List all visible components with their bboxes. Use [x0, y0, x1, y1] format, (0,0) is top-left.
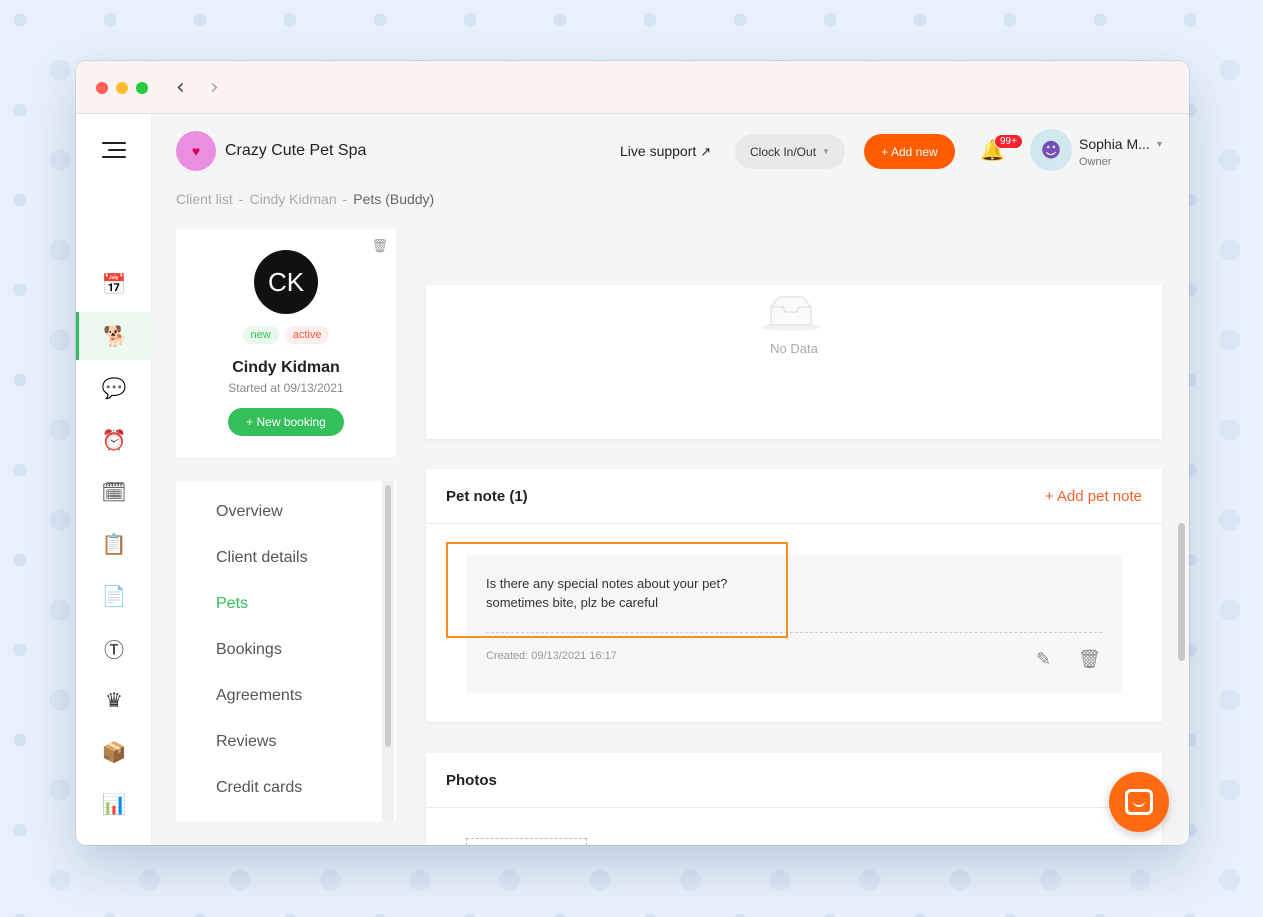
tag-new: new [242, 326, 279, 344]
add-pet-note-button[interactable]: + Add pet note [1045, 488, 1142, 505]
dog-icon[interactable]: 🐕 [76, 312, 152, 360]
breadcrumb-current: Pets (Buddy) [353, 191, 435, 207]
chevron-down-icon: ▼ [822, 147, 830, 156]
menu-item-overview[interactable]: Overview [216, 503, 283, 521]
add-new-button[interactable]: + Add new [864, 134, 955, 169]
tag-active: active [284, 326, 330, 344]
menu-toggle-icon[interactable] [102, 142, 126, 163]
client-tags: new active [176, 326, 396, 344]
delete-note-icon[interactable]: 🗑 [1078, 649, 1101, 670]
external-link-icon: ↗ [700, 144, 712, 159]
menu-item-bookings[interactable]: Bookings [216, 641, 282, 659]
schedule-icon[interactable]: 🗓 [76, 468, 152, 516]
pet-note-panel: Pet note (1) + Add pet note Is there any… [426, 469, 1162, 722]
client-started-date: Started at 09/13/2021 [228, 381, 344, 395]
empty-inbox-icon [761, 296, 821, 331]
minimize-window-button[interactable] [116, 82, 128, 94]
crown-icon[interactable]: ♛ [76, 676, 152, 724]
breadcrumb: Client list - Cindy Kidman - Pets (Buddy) [176, 191, 435, 207]
icon-sidebar: 📅 🐕 💬 ⏰ 🗓 📋 📄 Ⓣ ♛ 📦 📊 ⚙ [76, 114, 152, 845]
user-role: Owner [1079, 156, 1112, 168]
divider [426, 523, 1162, 524]
client-card: 🗑 CK new active Cindy Kidman Started at … [176, 229, 396, 457]
divider [426, 807, 1162, 808]
breadcrumb-client-list[interactable]: Client list [176, 191, 233, 207]
back-arrow-icon[interactable]: ‹ [176, 75, 185, 100]
clock-in-out-button[interactable]: Clock In/Out ▼ [735, 134, 845, 169]
delete-client-icon[interactable]: 🗑 [371, 239, 388, 254]
client-side-menu: Overview Client details Pets Bookings Ag… [176, 481, 396, 821]
menu-item-client-details[interactable]: Client details [216, 549, 308, 567]
chat-icon[interactable]: 💬 [76, 364, 152, 412]
live-support-link[interactable]: Live support ↗ [620, 143, 711, 160]
highlight-annotation [446, 542, 788, 638]
app-window: ‹ › 📅 🐕 💬 ⏰ 🗓 📋 📄 Ⓣ ♛ 📦 📊 ⚙ ♥ Crazy Cute… [76, 61, 1189, 845]
photo-upload-button[interactable]: + [466, 838, 587, 845]
client-name: Cindy Kidman [232, 359, 340, 376]
user-name[interactable]: Sophia M... [1079, 136, 1150, 152]
support-chat-button[interactable] [1109, 772, 1169, 832]
chat-bubble-icon [1125, 789, 1153, 815]
notification-badge: 99+ [994, 134, 1023, 149]
clock-label: Clock In/Out [750, 144, 817, 159]
client-avatar: CK [254, 250, 318, 314]
photos-title: Photos [446, 772, 497, 789]
top-header: ♥ Crazy Cute Pet Spa Live support ↗ Clock… [152, 114, 1189, 186]
photos-panel: Photos + [426, 753, 1162, 845]
maximize-window-button[interactable] [136, 82, 148, 94]
calendar-icon[interactable]: 📅 [76, 260, 152, 308]
title-bar: ‹ › [76, 61, 1189, 114]
clipboard-icon[interactable]: 📋 [76, 520, 152, 568]
menu-item-agreements[interactable]: Agreements [216, 687, 302, 705]
bar-chart-icon[interactable]: 📊 [76, 780, 152, 828]
menu-item-credit-cards[interactable]: Credit cards [216, 779, 302, 797]
side-menu-scrollbar[interactable] [385, 485, 391, 747]
no-data-text: No Data [770, 341, 818, 356]
business-name: Crazy Cute Pet Spa [225, 142, 367, 159]
document-icon[interactable]: 📄 [76, 572, 152, 620]
forward-arrow-icon[interactable]: › [210, 75, 219, 100]
pet-note-title: Pet note (1) [446, 488, 528, 505]
main-scrollbar[interactable] [1178, 523, 1185, 661]
close-window-button[interactable] [96, 82, 108, 94]
settings-icon[interactable]: ⚙ [76, 832, 152, 845]
edit-note-icon[interactable]: ✎ [1036, 649, 1051, 670]
live-support-label: Live support [620, 143, 697, 159]
user-menu-chevron-icon[interactable]: ▼ [1155, 139, 1164, 149]
breadcrumb-client-name[interactable]: Cindy Kidman [249, 191, 336, 207]
no-data-panel: No Data [426, 285, 1162, 439]
dollar-icon[interactable]: Ⓣ [76, 624, 152, 672]
business-logo: ♥ [176, 131, 216, 171]
gift-calendar-icon[interactable]: 📦 [76, 728, 152, 776]
alarm-icon[interactable]: ⏰ [76, 416, 152, 464]
main-area: ♥ Crazy Cute Pet Spa Live support ↗ Clock… [152, 114, 1189, 845]
note-created-date: Created: 09/13/2021 16:17 [486, 650, 617, 662]
user-avatar[interactable]: ☻ [1030, 129, 1072, 171]
menu-item-pets[interactable]: Pets [216, 595, 248, 613]
new-booking-button[interactable]: + New booking [228, 408, 344, 436]
menu-item-reviews[interactable]: Reviews [216, 733, 276, 751]
